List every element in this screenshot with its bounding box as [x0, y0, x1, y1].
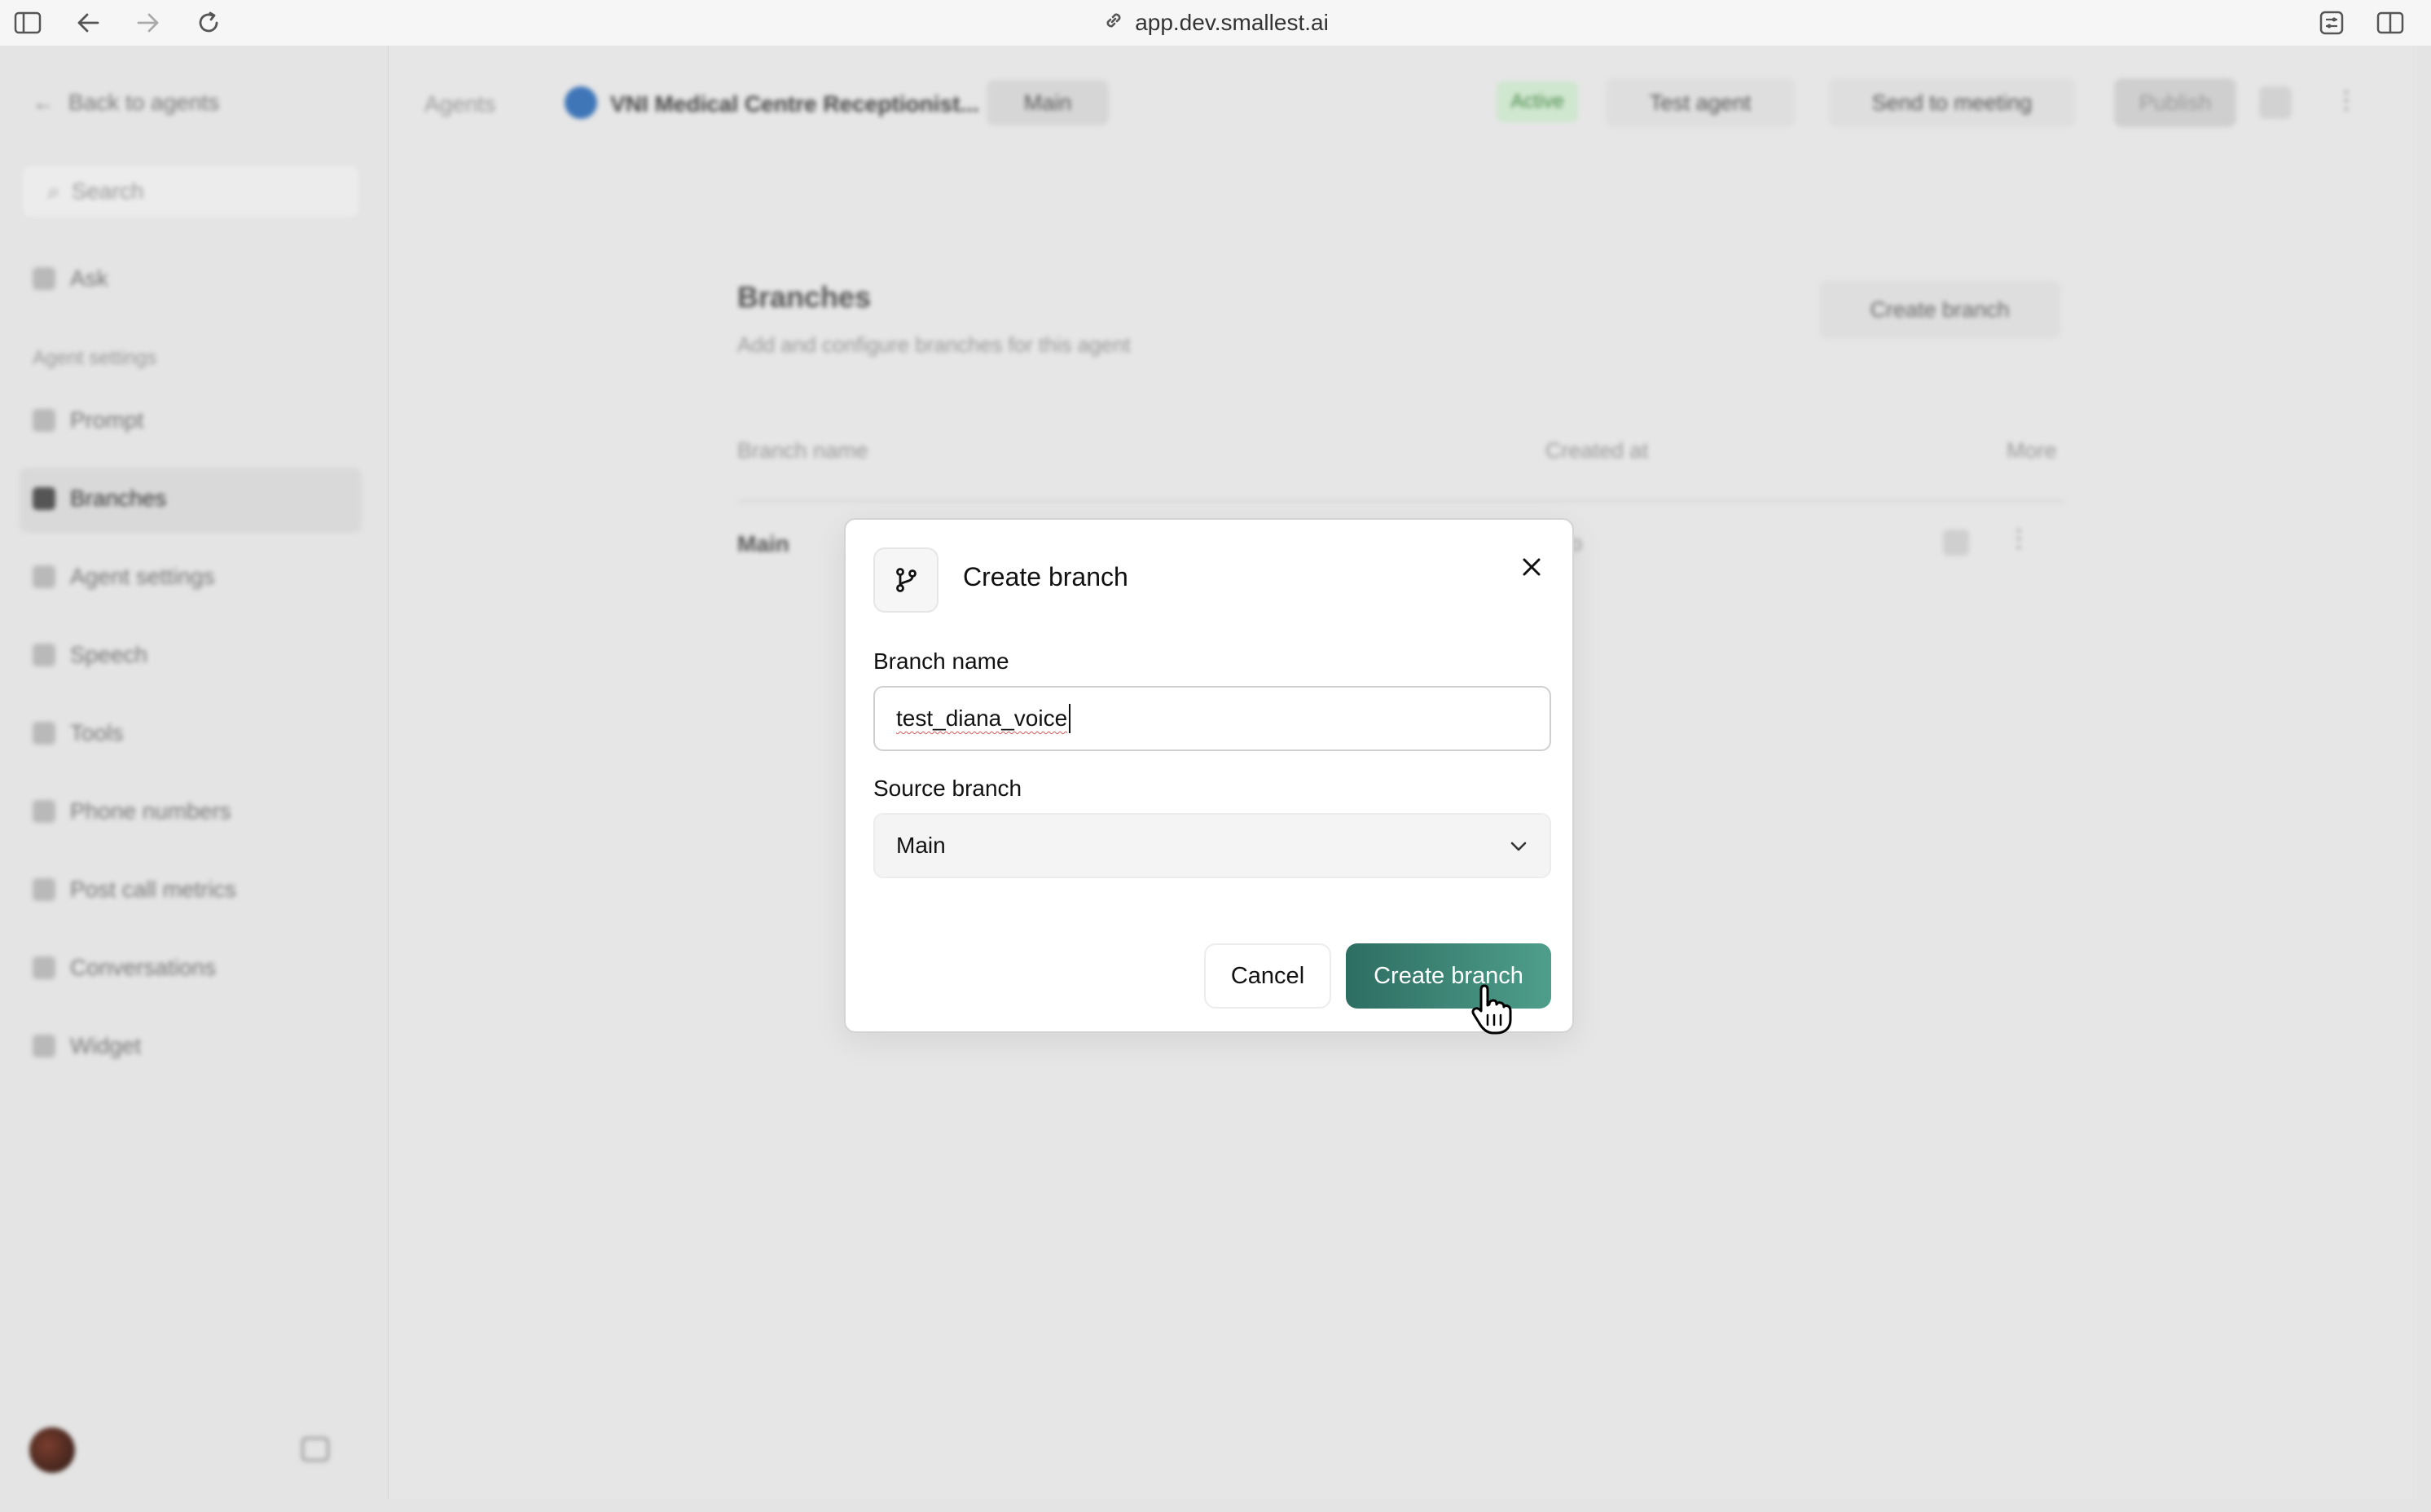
- more-options-icon[interactable]: ⋮: [2334, 86, 2358, 119]
- send-to-meeting-label: Send to meeting: [1871, 90, 2033, 115]
- publish-label: Publish: [2139, 90, 2212, 115]
- phone-icon: [33, 800, 55, 823]
- test-agent-button[interactable]: Test agent: [1606, 78, 1795, 127]
- git-branch-icon: [873, 547, 939, 613]
- sidebar-item-label: Speech: [70, 642, 147, 667]
- status-badge: Active: [1497, 81, 1578, 122]
- chat-icon: [33, 956, 55, 979]
- avatar[interactable]: [29, 1427, 75, 1473]
- url-text[interactable]: app.dev.smallest.ai: [1135, 10, 1329, 36]
- gear-icon: [33, 565, 55, 588]
- sidebar-item-label: Agent settings: [70, 564, 215, 589]
- sidebar-item-speech[interactable]: Speech: [33, 642, 147, 668]
- agent-avatar-icon: [565, 86, 597, 119]
- close-icon[interactable]: [1515, 551, 1548, 583]
- sidebar-item-label: Branches: [70, 486, 167, 511]
- cancel-button[interactable]: Cancel: [1204, 943, 1331, 1009]
- sidebar-item-phone-numbers[interactable]: Phone numbers: [33, 798, 231, 824]
- dialog-title: Create branch: [963, 562, 1128, 591]
- chart-icon: [33, 878, 55, 901]
- address-bar: app.dev.smallest.ai: [0, 0, 2431, 46]
- prompt-icon: [33, 409, 55, 432]
- link-icon: [1102, 9, 1125, 37]
- history-icon[interactable]: [2259, 86, 2292, 119]
- hand-pointer-cursor-icon: [1471, 982, 1514, 1035]
- status-badge-text: Active: [1510, 90, 1564, 112]
- sidebar-item-post-call-metrics[interactable]: Post call metrics: [33, 877, 236, 903]
- browser-toolbar: app.dev.smallest.ai: [0, 0, 2431, 46]
- test-agent-label: Test agent: [1649, 90, 1752, 115]
- sidebar-item-label: Ask: [70, 266, 108, 291]
- back-to-agents-label: Back to agents: [68, 90, 220, 115]
- create-branch-page-button[interactable]: Create branch: [1819, 280, 2060, 339]
- breadcrumb-root[interactable]: Agents: [424, 91, 495, 117]
- search-icon: ⌕: [47, 178, 60, 204]
- create-branch-page-label: Create branch: [1870, 297, 2010, 322]
- branch-selector[interactable]: Main: [987, 80, 1109, 125]
- sidebar-item-label: Conversations: [70, 955, 216, 980]
- branch-selector-label: Main: [1023, 90, 1072, 115]
- branch-name-value: test_diana_voice: [896, 705, 1068, 731]
- sidebar-item-label: Post call metrics: [70, 877, 236, 902]
- arrow-left-icon: ←: [33, 90, 54, 115]
- agent-name[interactable]: VNI Medical Centre Receptionist...: [610, 91, 979, 117]
- sidebar-item-agent-settings[interactable]: Agent settings: [33, 564, 214, 590]
- source-branch-select[interactable]: Main: [873, 813, 1551, 878]
- sidebar-item-conversations[interactable]: Conversations: [33, 955, 216, 981]
- section-label-text: Agent settings: [33, 347, 157, 369]
- send-to-meeting-button[interactable]: Send to meeting: [1829, 78, 2075, 127]
- sidebar-section-label: Agent settings: [33, 347, 156, 370]
- source-branch-value: Main: [896, 833, 946, 858]
- sidebar-item-branches[interactable]: Branches: [33, 486, 166, 512]
- column-created-at[interactable]: Created at: [1545, 438, 1648, 464]
- collapse-sidebar-icon[interactable]: [301, 1437, 329, 1461]
- publish-button[interactable]: Publish: [2114, 78, 2236, 127]
- copy-icon[interactable]: [1943, 530, 1969, 556]
- sidebar-item-ask[interactable]: Ask: [33, 266, 108, 292]
- source-branch-label: Source branch: [873, 776, 1022, 801]
- sidebar-item-label: Prompt: [70, 407, 144, 433]
- branch-name-label: Branch name: [873, 648, 1009, 674]
- widget-icon: [33, 1035, 55, 1057]
- branch-name-input[interactable]: test_diana_voice: [873, 686, 1551, 751]
- branch-icon: [33, 487, 55, 510]
- column-branch-name[interactable]: Branch name: [737, 438, 868, 464]
- row-more-icon[interactable]: ⋮: [2007, 525, 2031, 553]
- back-to-agents-link[interactable]: ← Back to agents: [33, 90, 219, 116]
- extension-icon[interactable]: [2317, 8, 2346, 37]
- reload-icon[interactable]: [194, 8, 223, 37]
- ask-icon: [33, 267, 55, 290]
- table-divider: [737, 500, 2065, 502]
- forward-arrow-icon[interactable]: [134, 8, 163, 37]
- sidebar-item-prompt[interactable]: Prompt: [33, 407, 143, 433]
- search-placeholder: Search: [71, 178, 144, 204]
- create-branch-dialog: Create branch Branch name test_diana_voi…: [844, 518, 1574, 1033]
- create-branch-button[interactable]: Create branch: [1346, 943, 1551, 1009]
- sidebar-item-tools[interactable]: Tools: [33, 720, 123, 746]
- tools-icon: [33, 722, 55, 745]
- split-view-icon[interactable]: [2376, 8, 2405, 37]
- speech-icon: [33, 644, 55, 666]
- sidebar-item-label: Phone numbers: [70, 798, 231, 824]
- sidebar-search[interactable]: ⌕ Search: [23, 166, 358, 217]
- back-arrow-icon[interactable]: [73, 8, 103, 37]
- sidebar-item-label: Widget: [70, 1033, 142, 1058]
- column-more: More: [2007, 438, 2057, 463]
- sidebar: ← Back to agents ⌕ Search Ask Agent sett…: [0, 46, 388, 1512]
- sidebar-item-label: Tools: [70, 720, 124, 745]
- sidebar-item-widget[interactable]: Widget: [33, 1033, 141, 1059]
- sidebar-toggle-icon[interactable]: [13, 8, 42, 37]
- page-title: Branches: [737, 280, 872, 314]
- cancel-button-label: Cancel: [1230, 962, 1305, 989]
- chevron-down-icon: [1509, 833, 1528, 859]
- page-subtitle: Add and configure branches for this agen…: [737, 332, 1131, 357]
- text-caret: [1069, 704, 1071, 733]
- table-row-name[interactable]: Main: [737, 531, 789, 557]
